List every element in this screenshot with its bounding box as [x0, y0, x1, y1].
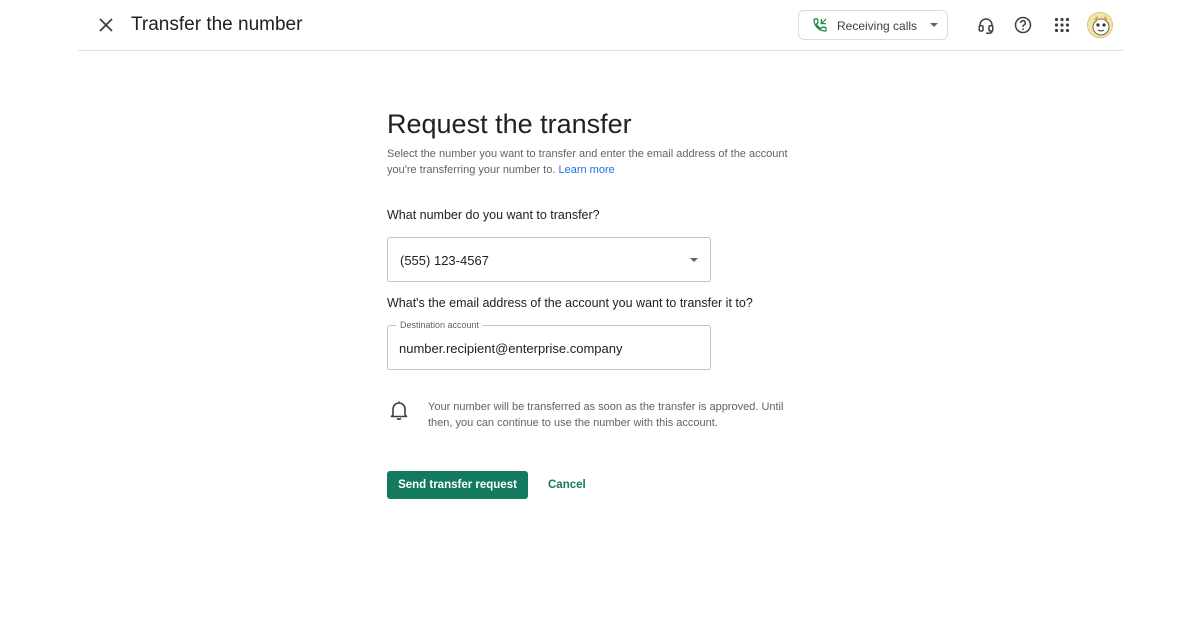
- page-title: Transfer the number: [131, 14, 303, 35]
- help-icon[interactable]: [1011, 13, 1035, 37]
- section-heading: Request the transfer: [387, 109, 632, 139]
- number-select[interactable]: (555) 123-4567: [387, 237, 711, 282]
- destination-account-label: Destination account: [396, 320, 484, 330]
- number-question: What number do you want to transfer?: [387, 208, 600, 222]
- close-icon[interactable]: [94, 13, 118, 37]
- email-question: What's the email address of the account …: [387, 296, 753, 310]
- cancel-button[interactable]: Cancel: [539, 471, 595, 499]
- destination-account-input[interactable]: [399, 338, 699, 358]
- description: Select the number you want to transfer a…: [387, 146, 817, 178]
- phone-incoming-icon: [812, 17, 828, 33]
- number-select-value: (555) 123-4567: [400, 253, 489, 268]
- call-status-dropdown[interactable]: Receiving calls: [798, 10, 948, 40]
- learn-more-link[interactable]: Learn more: [558, 164, 614, 176]
- bell-icon: [390, 400, 408, 421]
- chevron-down-icon: [690, 258, 698, 262]
- call-status-label: Receiving calls: [837, 19, 918, 33]
- notice-text: Your number will be transferred as soon …: [428, 401, 784, 429]
- headset-icon[interactable]: [974, 13, 998, 37]
- destination-account-field: Destination account: [387, 320, 711, 370]
- avatar[interactable]: [1087, 12, 1113, 38]
- top-app-bar: Transfer the number Receiving calls: [78, 0, 1123, 51]
- chevron-down-icon: [930, 23, 938, 27]
- apps-grid-icon[interactable]: [1050, 13, 1074, 37]
- send-transfer-request-button[interactable]: Send transfer request: [387, 471, 528, 499]
